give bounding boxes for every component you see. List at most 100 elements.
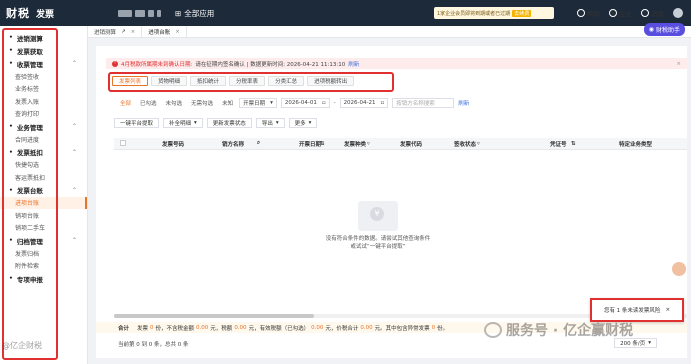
support-avatar[interactable] (672, 262, 686, 276)
select-all-checkbox[interactable] (120, 139, 126, 148)
messages-button[interactable]: • 消息 (641, 8, 664, 18)
filter-chip[interactable]: 未知 (220, 99, 235, 107)
refresh-link[interactable]: 刷新 (348, 60, 359, 68)
col-seller-name[interactable]: 销方名称 (222, 140, 244, 148)
sort-icon[interactable]: ⇅ (571, 141, 576, 147)
avatar[interactable] (673, 8, 683, 18)
sidebar-item[interactable]: 查询打印 (0, 108, 87, 121)
sidebar-item[interactable]: 合同进度 (0, 133, 87, 146)
subtab[interactable]: 发票列表 (112, 76, 149, 86)
subtab[interactable]: 分税率表 (229, 76, 266, 86)
sidebar-group[interactable]: • 业务管理 ⌃ (0, 120, 87, 133)
chevron-up-icon[interactable]: ⌃ (72, 237, 77, 244)
chevron-down-icon: ▾ (270, 100, 273, 106)
close-icon[interactable]: × (665, 307, 670, 313)
col-special-business[interactable]: 特定业务类型 (619, 140, 652, 148)
enterprise-button[interactable]: ▪ 企业 (609, 8, 632, 18)
help-button[interactable]: ? 帮助 (577, 8, 600, 18)
filter-chip[interactable]: 全部 (118, 99, 133, 107)
subtab[interactable]: 进项税额转出 (307, 76, 355, 86)
bullet-icon: • (9, 275, 13, 282)
chevron-up-icon[interactable]: ⌃ (72, 60, 77, 67)
sidebar-item[interactable]: 销项台账 (0, 209, 87, 222)
sidebar-item[interactable]: 附件检索 (0, 260, 87, 273)
col-invoice-number[interactable]: 发票号码 (162, 140, 184, 148)
assistant-button[interactable]: ◉ 财税助手 (643, 23, 685, 36)
grid-icon: ⊞ (175, 8, 182, 18)
sidebar-item[interactable]: 查验签收 (0, 70, 87, 83)
sidebar-group[interactable]: • 归档管理 ⌃ (0, 234, 87, 247)
subtab[interactable]: 货物明细 (151, 76, 188, 86)
sidebar-group-label: 发票抵扣 (16, 149, 43, 157)
empty-line-2: 或试试“一键平台提取” (350, 243, 406, 250)
search-icon[interactable]: ⌕ (257, 140, 260, 147)
col-invoice-code[interactable]: 发票代码 (400, 140, 422, 148)
scrollbar-thumb[interactable] (114, 314, 314, 318)
sidebar-group[interactable]: • 专项申报 (0, 272, 87, 285)
close-icon[interactable]: × (676, 61, 681, 67)
sidebar-group[interactable]: • 进销测算 (0, 31, 87, 44)
empty-line-1: 没有符合条件的数据。请尝试其他查询条件 (325, 236, 431, 242)
net-amount: 0.00 (196, 324, 209, 331)
pin-icon[interactable]: ↗ (121, 29, 126, 35)
invoice-count: 0 (150, 324, 154, 331)
logo-mark: 财税 (6, 7, 30, 20)
col-sign-status[interactable]: 签收状态 (454, 140, 476, 148)
subtab[interactable]: 分类汇总 (268, 76, 305, 86)
date-from-value: 2026-04-01 (284, 100, 317, 106)
col-voucher-number[interactable]: 凭证号 (550, 140, 567, 148)
sidebar-item[interactable]: 销项二手车 (0, 222, 87, 235)
chevron-up-icon[interactable]: ⌃ (72, 149, 77, 156)
tax-amount: 0.00 (234, 324, 247, 331)
seller-search-input[interactable]: 按销方名称搜索 (392, 98, 455, 108)
building-icon: ▪ (609, 9, 617, 17)
filter-icon[interactable]: ▿ (477, 141, 480, 147)
sidebar-item[interactable]: 发票归档 (0, 247, 87, 260)
invoice-risk-popup[interactable]: 您有 1 条未读发票风险 × (590, 298, 684, 322)
filter-icon[interactable]: ▿ (367, 141, 370, 147)
membership-notice[interactable]: 1家企业会员即将到期或者已过期 去续费 (434, 7, 554, 19)
sort-icon[interactable]: ⇅ (320, 141, 325, 147)
all-apps-menu[interactable]: ⊞ 全部应用 (175, 8, 214, 19)
membership-notice-text: 1家企业会员即将到期或者已过期 (437, 10, 511, 17)
sidebar-group[interactable]: • 收票管理 ⌃ (0, 57, 87, 70)
complete-details-button[interactable]: 补全明细 ▾ (163, 118, 203, 128)
renew-badge[interactable]: 去续费 (512, 9, 532, 17)
chevron-up-icon[interactable]: ⌃ (72, 187, 77, 194)
button-label: 更新发票状态 (212, 121, 246, 127)
col-invoice-type[interactable]: 发票种类 (344, 140, 366, 148)
close-icon[interactable]: × (131, 29, 136, 35)
refresh-button[interactable]: 刷新 (458, 99, 469, 107)
chevron-up-icon[interactable]: ⌃ (72, 123, 77, 130)
more-button[interactable]: 更多 ▾ (288, 118, 318, 128)
robot-icon: ◉ (648, 26, 654, 33)
sidebar-group[interactable]: • 发票抵扣 ⌃ (0, 146, 87, 159)
update-status-button[interactable]: 更新发票状态 (206, 118, 252, 128)
sidebar-group[interactable]: • 发票台账 ⌃ (0, 184, 87, 197)
export-button[interactable]: 导出 ▾ (255, 118, 285, 128)
risk-text: 您有 1 条未读发票风险 (603, 308, 661, 314)
sidebar-item[interactable]: 发票入账 (0, 95, 87, 108)
date-type-select[interactable]: 开票日期 ▾ (239, 98, 277, 108)
platform-extract-button[interactable]: 一键平台提取 (114, 118, 160, 128)
date-from-input[interactable]: 2026-04-01 ▫ (280, 98, 330, 108)
filter-chip[interactable]: 已勾选 (138, 99, 159, 107)
filter-chip[interactable]: 无需勾选 (189, 99, 215, 107)
sidebar-group[interactable]: • 发票获取 (0, 44, 87, 57)
subtab[interactable]: 抵扣统计 (190, 76, 227, 86)
date-to-input[interactable]: 2026-04-21 ▫ (339, 98, 389, 108)
totals-text: 份。 (437, 325, 449, 332)
filter-chip[interactable]: 未勾选 (164, 99, 185, 107)
app-logo[interactable]: 财税 发票 (0, 5, 90, 21)
sidebar-item[interactable]: 业务标签 (0, 83, 87, 96)
col-invoice-date[interactable]: 开票日期 (299, 140, 321, 148)
sidebar-item[interactable]: 进项台账 (0, 196, 87, 209)
sidebar-item[interactable]: 客运票抵扣 (0, 171, 87, 184)
help-label: 帮助 (587, 10, 600, 18)
sidebar-item[interactable]: 快捷勾选 (0, 159, 87, 172)
tab-input-ledger[interactable]: 进项台账 × (142, 26, 187, 37)
company-name-masked[interactable] (118, 9, 161, 17)
tab-calc[interactable]: 进销测算 ↗ × (88, 26, 143, 37)
bullet-icon: • (9, 237, 13, 244)
close-icon[interactable]: × (175, 29, 180, 35)
